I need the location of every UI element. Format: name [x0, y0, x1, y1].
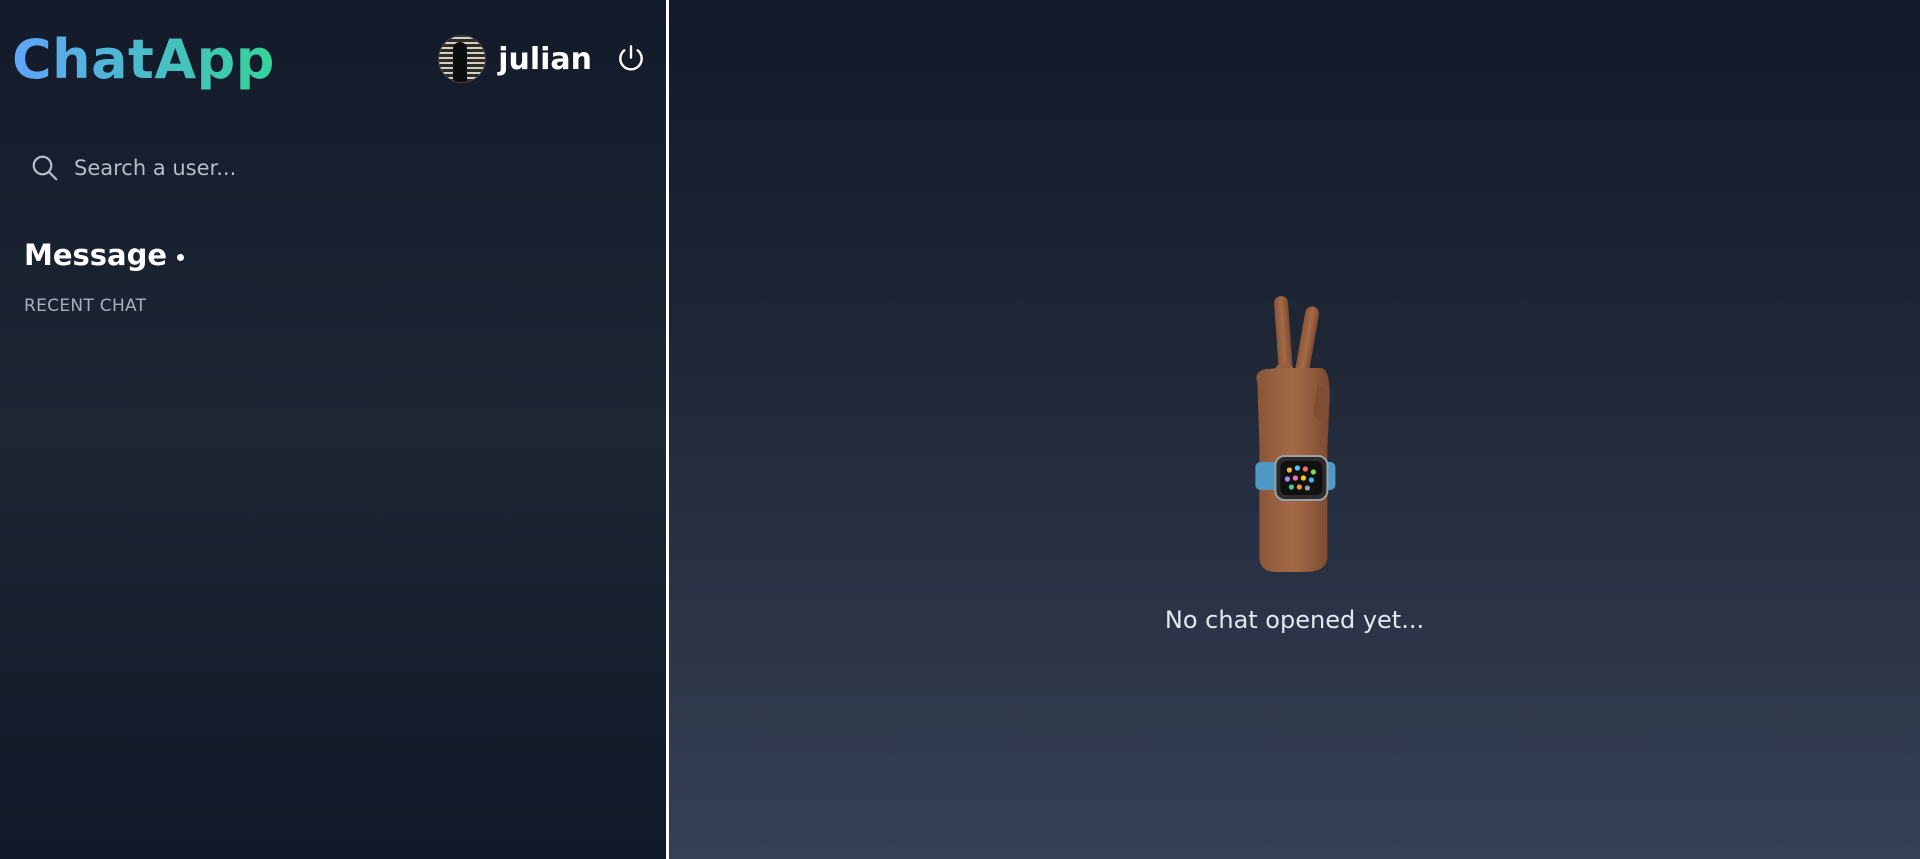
chat-panel: No chat opened yet... — [669, 0, 1920, 859]
user-info: julian — [438, 35, 648, 83]
logout-button[interactable] — [614, 42, 648, 76]
power-icon — [619, 45, 643, 71]
username: julian — [498, 41, 592, 77]
section-title: Message — [24, 238, 168, 272]
empty-state: No chat opened yet... — [1165, 296, 1424, 634]
search-input[interactable] — [74, 156, 574, 180]
empty-state-message: No chat opened yet... — [1164, 606, 1425, 634]
avatar[interactable] — [438, 35, 487, 83]
search-bar — [30, 148, 666, 188]
status-dot — [177, 253, 185, 261]
sidebar: ChatApp julian Message RECENT CHAT — [0, 0, 669, 859]
recent-chat-label: RECENT CHAT — [24, 296, 147, 316]
app-logo: ChatApp — [12, 27, 275, 91]
messages-section-header: Message — [24, 238, 666, 272]
search-icon — [32, 155, 58, 181]
sidebar-header: ChatApp julian — [0, 0, 666, 118]
peace-hand-watch-illustration — [1255, 296, 1336, 572]
avatar-figure — [453, 42, 468, 82]
